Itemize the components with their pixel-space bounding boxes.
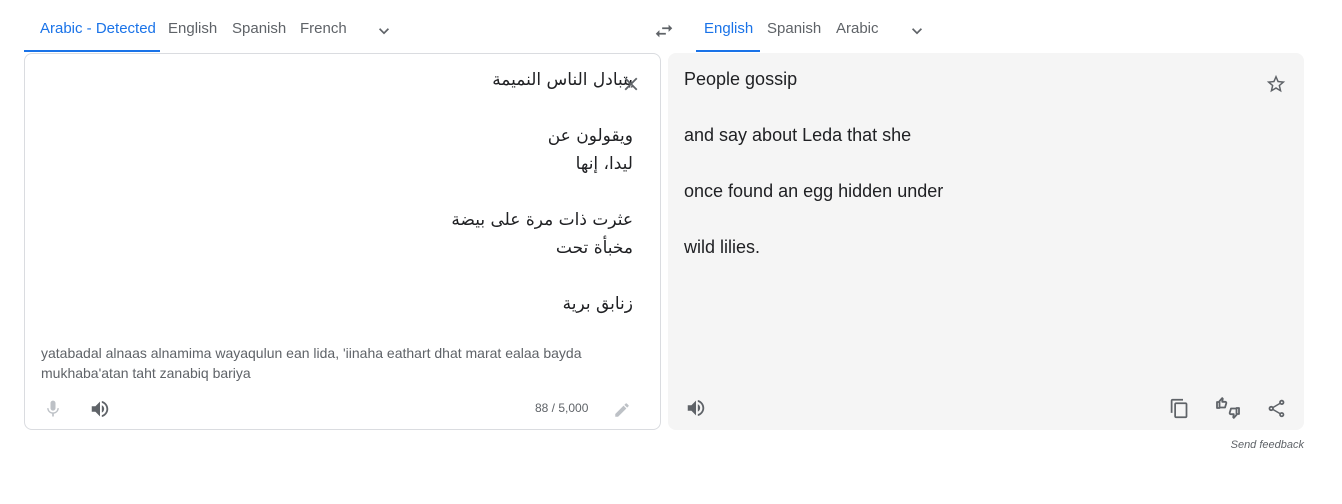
- save-translation-button[interactable]: [1262, 70, 1290, 98]
- listen-source-button[interactable]: [87, 396, 113, 422]
- send-feedback-link[interactable]: Send feedback: [1231, 439, 1304, 451]
- source-lang-tab-french[interactable]: French: [300, 0, 347, 52]
- microphone-icon: [47, 400, 59, 417]
- rate-translation-button[interactable]: [1213, 394, 1243, 422]
- listen-translation-button[interactable]: [683, 395, 709, 421]
- copy-icon: [1170, 398, 1187, 418]
- voice-input-button[interactable]: [40, 396, 66, 422]
- source-line: زنابق برية: [562, 294, 633, 314]
- source-line: [65, 262, 633, 290]
- source-line: عثرت ذات مرة على بيضة: [451, 210, 633, 230]
- target-panel: People gossip and say about Leda that sh…: [668, 53, 1304, 430]
- source-line: [65, 94, 633, 122]
- close-icon: [624, 77, 638, 91]
- source-panel: يتبادل الناس النميمة ويقولون عن ليدا، إن…: [24, 53, 661, 430]
- source-text-input[interactable]: يتبادل الناس النميمة ويقولون عن ليدا، إن…: [65, 66, 633, 318]
- target-lang-tab-english[interactable]: English: [704, 0, 753, 52]
- translation-line: People gossip: [684, 69, 798, 89]
- target-lang-tab-spanish[interactable]: Spanish: [767, 0, 821, 52]
- translation-line: [684, 205, 1244, 233]
- star-icon: [1266, 74, 1286, 93]
- thumbs-up-down-icon: [1216, 397, 1240, 419]
- source-line: يتبادل الناس النميمة: [492, 70, 633, 90]
- translation-line: wild lilies.: [684, 237, 761, 257]
- source-line: مخبأة تحت: [555, 238, 633, 258]
- source-lang-more-button[interactable]: [370, 18, 398, 44]
- speaker-icon: [91, 400, 109, 418]
- source-line: ليدا، إنها: [575, 154, 633, 174]
- chevron-down-icon: [379, 28, 389, 35]
- target-lang-tab-arabic[interactable]: Arabic: [836, 0, 879, 52]
- share-translation-button[interactable]: [1263, 395, 1289, 421]
- source-transliteration: yatabadal alnaas alnamima wayaqulun ean …: [41, 345, 582, 381]
- translation-line: [684, 93, 1244, 121]
- source-lang-tab-arabic-detected[interactable]: Arabic - Detected: [40, 0, 156, 52]
- swap-icon: [655, 24, 673, 38]
- chevron-down-icon: [912, 28, 922, 35]
- share-icon: [1268, 399, 1284, 417]
- target-tab-indicator: [696, 50, 760, 52]
- translation-line: [684, 149, 1244, 177]
- source-line: [65, 178, 633, 206]
- pencil-icon: [615, 403, 629, 417]
- translation-line: and say about Leda that she: [684, 125, 912, 145]
- character-count: 88 / 5,000: [535, 401, 589, 415]
- translation-output: People gossip and say about Leda that sh…: [684, 65, 1244, 261]
- source-line: ويقولون عن: [547, 126, 633, 146]
- copy-translation-button[interactable]: [1166, 395, 1192, 421]
- target-lang-more-button[interactable]: [903, 18, 931, 44]
- speaker-icon: [687, 399, 705, 417]
- handwriting-button[interactable]: [610, 398, 634, 422]
- source-lang-tab-spanish[interactable]: Spanish: [232, 0, 286, 52]
- clear-source-button[interactable]: [617, 70, 645, 98]
- source-tab-indicator: [24, 50, 160, 52]
- swap-languages-button[interactable]: [650, 18, 678, 44]
- source-lang-tab-english[interactable]: English: [168, 0, 217, 52]
- translation-line: once found an egg hidden under: [684, 181, 944, 201]
